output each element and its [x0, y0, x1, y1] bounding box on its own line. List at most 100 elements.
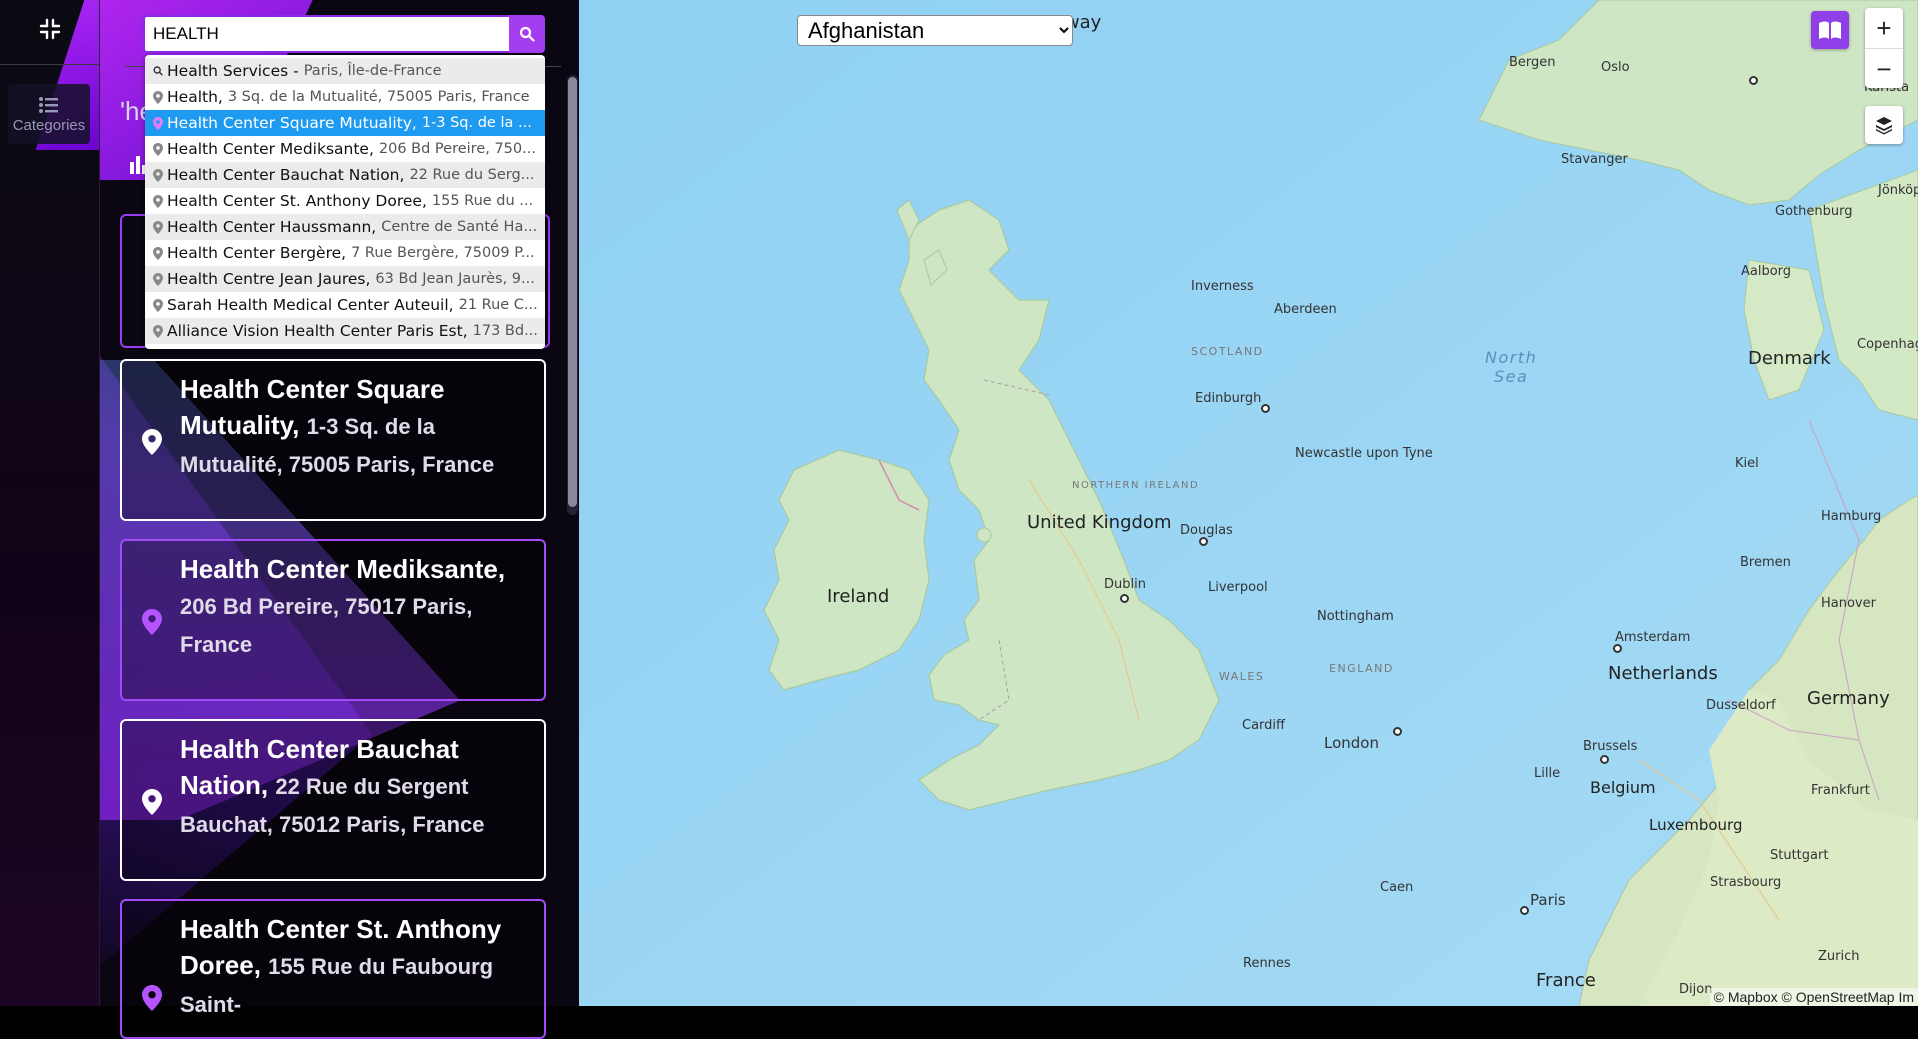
map-label-city: Bremen [1740, 555, 1791, 570]
map-label-city: Gothenburg [1775, 204, 1853, 219]
map-city-marker [1393, 727, 1402, 736]
country-select[interactable]: Afghanistan [797, 15, 1073, 46]
map-label-city: Paris [1530, 891, 1566, 909]
map-label-city: Newcastle upon Tyne [1295, 446, 1433, 461]
location-pin-icon [153, 272, 163, 286]
map-label-city: Caen [1380, 880, 1414, 895]
suggestion-address: 173 Bd... [472, 323, 538, 339]
map-attribution[interactable]: © Mapbox © OpenStreetMap Im [1709, 988, 1918, 1006]
map-label-city: Hanover [1821, 596, 1876, 611]
map-label-city: Inverness [1191, 279, 1254, 294]
suggestion-address: 155 Rue du ... [431, 193, 534, 209]
location-pin-icon [142, 429, 162, 455]
map-city-marker [1199, 537, 1208, 546]
book-icon [1819, 21, 1841, 39]
suggestion-name: Health Center Haussmann, [167, 218, 377, 236]
suggestion-item[interactable]: Health Center Bauchat Nation, 22 Rue du S… [145, 162, 545, 188]
suggestion-item[interactable]: Health Center Mediksante, 206 Bd Pereire,… [145, 136, 545, 162]
map-city-marker [1613, 644, 1622, 653]
suggestion-name: Health Center Square Mutuality, [167, 114, 417, 132]
map-label-city: Dublin [1104, 577, 1146, 592]
suggestion-item[interactable]: Health Center Bergère, 7 Rue Bergère, 750… [145, 240, 545, 266]
categories-label: Categories [12, 116, 86, 134]
map-label-city: Cardiff [1242, 718, 1285, 733]
map-label-city: London [1324, 734, 1379, 752]
map-label-city: Hamburg [1821, 509, 1882, 524]
zoom-in-button[interactable]: + [1865, 8, 1903, 48]
suggestion-item[interactable]: Sarah Health Medical Center Auteuil, 21 R… [145, 292, 545, 318]
scrollbar[interactable] [567, 75, 578, 515]
suggestion-item[interactable]: Health Center St. Anthony Doree, 155 Rue … [145, 188, 545, 214]
map-label-city: Rennes [1243, 956, 1291, 971]
map-label-city: Zurich [1818, 949, 1860, 964]
suggestion-name: Sarah Health Medical Center Auteuil, [167, 296, 454, 314]
map-city-marker [1520, 906, 1529, 915]
zoom-out-button[interactable]: − [1865, 48, 1903, 89]
map-label-city: Kiel [1735, 456, 1759, 471]
map-label-city: Frankfurt [1811, 783, 1870, 798]
map-label-city: Copenhage [1857, 337, 1918, 352]
map-label-city: Strasbourg [1710, 875, 1782, 890]
result-address: 206 Bd Pereire, 75017 Paris, France [180, 594, 473, 657]
zoom-control: + − [1865, 8, 1903, 88]
map-label-city: Bergen [1509, 55, 1556, 70]
map-base [579, 0, 1918, 1006]
categories-button[interactable]: Categories [8, 84, 90, 144]
map-label-city: Jönköpi [1878, 183, 1918, 198]
suggestion-address: Paris, Île-de-France [303, 63, 442, 79]
map-label-country: Netherlands [1608, 663, 1718, 684]
map-label-region: ENGLAND [1329, 662, 1394, 675]
search-button[interactable] [509, 15, 545, 53]
guide-button[interactable] [1811, 11, 1849, 49]
map-label-city: Dijon [1679, 982, 1713, 997]
result-card[interactable]: Health Center Mediksante, 206 Bd Pereire… [120, 539, 546, 701]
map-label-region: SCOTLAND [1191, 345, 1264, 358]
autocomplete-dropdown: Health Services - Paris, Île-de-France He… [145, 55, 545, 349]
suggestion-name: Health, [167, 88, 223, 106]
location-pin-icon [153, 90, 163, 104]
map-label-city: Amsterdam [1615, 630, 1691, 645]
layers-icon [1876, 117, 1892, 135]
suggestion-item[interactable]: Health Services - Paris, Île-de-France [145, 58, 545, 84]
location-pin-icon [153, 324, 163, 338]
search-input[interactable] [143, 15, 509, 53]
suggestion-address: 1-3 Sq. de la ... [421, 115, 532, 131]
map-label-city: Stavanger [1561, 152, 1628, 167]
map-canvas[interactable]: Norway Denmark Ireland United Kingdom Ne… [579, 0, 1918, 1006]
suggestion-address: 206 Bd Pereire, 750... [378, 141, 536, 157]
suggestion-item[interactable]: Alliance Vision Health Center Paris Est,… [145, 318, 545, 344]
map-label-country: United Kingdom [1027, 512, 1172, 533]
result-card[interactable]: Health Center St. Anthony Doree, 155 Rue… [120, 899, 546, 1039]
location-pin-icon [142, 609, 162, 635]
map-label-country: Germany [1807, 688, 1890, 709]
result-name: Health Center Mediksante, [180, 554, 506, 584]
map-label-city: Dusseldorf [1706, 698, 1776, 713]
search-icon [153, 65, 163, 76]
suggestion-name: Health Centre Jean Jaures, [167, 270, 371, 288]
suggestion-address: 63 Bd Jean Jaurès, 9... [375, 271, 535, 287]
scrollbar-thumb[interactable] [568, 77, 577, 507]
location-pin-icon [153, 116, 163, 130]
location-pin-icon [142, 789, 162, 815]
map-label-city: Liverpool [1208, 580, 1268, 595]
map-label-region: WALES [1219, 670, 1265, 683]
suggestion-address: 22 Rue du Serg... [409, 167, 535, 183]
layers-button[interactable] [1865, 106, 1903, 144]
result-card[interactable]: Health Center Square Mutuality, 1-3 Sq. … [120, 359, 546, 521]
map-label-city: Aberdeen [1274, 302, 1337, 317]
map-label-country: Belgium [1590, 778, 1656, 797]
map-label-city: Nottingham [1317, 609, 1394, 624]
suggestion-item[interactable]: Health Center Haussmann, Centre de Santé … [145, 214, 545, 240]
suggestion-name: Alliance Vision Health Center Paris Est, [167, 322, 468, 340]
suggestion-name: Health Center Bergère, [167, 244, 347, 262]
suggestion-item[interactable]: Health, 3 Sq. de la Mutualité, 75005 Pari… [145, 84, 545, 110]
map-label-city: Douglas [1180, 523, 1233, 538]
map-label-country: Denmark [1748, 348, 1831, 369]
map-label-country: France [1536, 970, 1596, 991]
suggestion-name: Health Center Mediksante, [167, 140, 374, 158]
collapse-icon[interactable] [34, 13, 66, 45]
chart-icon [130, 156, 146, 174]
suggestion-item[interactable]: Health Centre Jean Jaures, 63 Bd Jean Jau… [145, 266, 545, 292]
result-card[interactable]: Health Center Bauchat Nation, 22 Rue du … [120, 719, 546, 881]
suggestion-item[interactable]: Health Center Square Mutuality, 1-3 Sq. d… [145, 110, 545, 136]
